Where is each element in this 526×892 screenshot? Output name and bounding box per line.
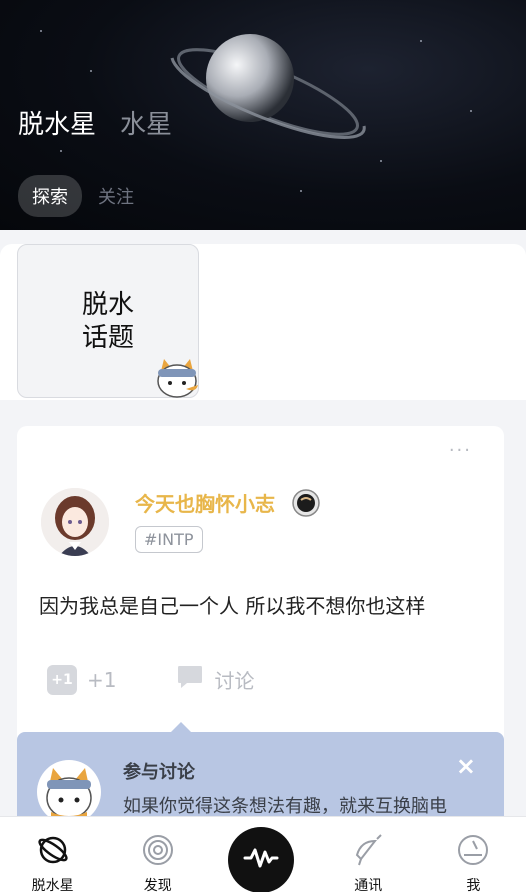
- profile-icon: [456, 833, 490, 871]
- topic-strip: 脱水 话题: [0, 244, 526, 400]
- post-content: 因为我总是自己一个人 所以我不想你也这样: [39, 594, 426, 618]
- topic-card-label: 脱水 话题: [81, 290, 134, 353]
- tab-explore[interactable]: 探索: [18, 175, 82, 217]
- header-banner: 脱水星 水星 探索 关注: [0, 0, 526, 230]
- nav-label-me: 我: [466, 878, 481, 892]
- wave-icon: [243, 846, 279, 874]
- nav-label-home: 脱水星: [31, 878, 74, 892]
- nav-label-messages: 通讯: [354, 878, 383, 892]
- user-avatar[interactable]: [41, 488, 109, 556]
- cat-mascot-icon: [154, 355, 200, 403]
- planet-illustration: [150, 18, 370, 148]
- page-title: 脱水星: [18, 110, 97, 140]
- tooltip-description: 如果你觉得这条想法有趣，就来互换脑电: [123, 796, 447, 817]
- discuss-label: 讨论: [214, 669, 255, 693]
- topic-card[interactable]: 脱水 话题: [17, 244, 199, 398]
- post-actions: +1 +1 讨论: [47, 664, 254, 695]
- satellite-icon: [351, 833, 385, 871]
- mbti-tag[interactable]: #INTP: [135, 526, 203, 553]
- tooltip-pointer: [171, 722, 191, 732]
- wave-button[interactable]: [228, 827, 294, 892]
- planet-icon: [36, 833, 70, 871]
- nav-item-me[interactable]: 我: [421, 817, 526, 892]
- cat-mascot-avatar: [37, 760, 101, 824]
- astronaut-badge-icon: [291, 488, 321, 522]
- tab-follow[interactable]: 关注: [98, 183, 134, 209]
- bottom-nav: 脱水星 发现 通讯 我: [0, 816, 526, 892]
- discuss-button[interactable]: 讨论: [176, 664, 254, 695]
- nav-item-discover[interactable]: 发现: [105, 817, 210, 892]
- comment-icon: [176, 664, 204, 695]
- plus-one-count: +1: [87, 667, 117, 692]
- nav-item-messages[interactable]: 通讯: [316, 817, 421, 892]
- spiral-icon: [141, 833, 175, 871]
- feed-tabs: 探索 关注: [18, 175, 134, 217]
- subtitle[interactable]: 水星: [120, 104, 172, 141]
- close-icon[interactable]: ×: [456, 752, 476, 780]
- nav-item-home[interactable]: 脱水星: [0, 817, 105, 892]
- plus-one-icon: +1: [47, 664, 77, 695]
- plus-one-button[interactable]: +1 +1: [47, 664, 117, 695]
- nav-label-discover: 发现: [143, 878, 172, 892]
- more-options-button[interactable]: ···: [449, 440, 472, 461]
- tooltip-title: 参与讨论: [123, 762, 195, 783]
- username[interactable]: 今天也胸怀小志: [135, 488, 275, 517]
